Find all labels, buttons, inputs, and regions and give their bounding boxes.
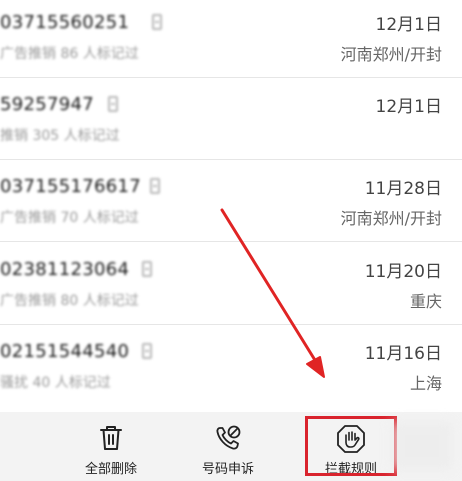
row-divider [0, 77, 462, 78]
call-date: 11月20日 [364, 262, 442, 282]
call-row-2[interactable]: 59257947 推销 305 人标记过 12月1日 [0, 80, 462, 160]
mark-note: 骚扰 40 人标记过 [0, 375, 111, 391]
row-divider [0, 241, 462, 242]
mark-note: 广告推销 86 人标记过 [0, 46, 139, 62]
row-divider [0, 159, 462, 160]
phone-number: 02381123064 [0, 259, 130, 280]
highlight-box [305, 416, 397, 476]
row-divider [0, 324, 462, 325]
trash-icon [100, 426, 122, 450]
sim-icon [106, 96, 120, 112]
phone-appeal-icon [216, 425, 241, 450]
number-appeal-label: 号码申诉 [201, 462, 254, 477]
number-appeal-button[interactable]: 号码申诉 [192, 412, 264, 481]
call-location: 上海 [409, 374, 442, 393]
delete-all-label: 全部删除 [84, 462, 137, 477]
call-date: 11月16日 [364, 344, 442, 364]
phone-number: 02151544540 [0, 341, 130, 362]
sim-icon [148, 178, 162, 194]
call-row-5[interactable]: 02151544540 骚扰 40 人标记过 11月16日 上海 [0, 327, 462, 407]
call-location: 河南郑州/开封 [340, 45, 442, 64]
phone-number: 03715560251 [0, 12, 130, 33]
phone-number: 037155176617 [0, 176, 142, 197]
mark-note: 推销 305 人标记过 [0, 128, 120, 144]
call-date: 11月28日 [364, 179, 442, 199]
call-date: 12月1日 [375, 15, 442, 35]
call-row-1[interactable]: 03715560251 广告推销 86 人标记过 12月1日 河南郑州/开封 [0, 0, 462, 78]
phone-number: 59257947 [0, 94, 95, 115]
call-location: 河南郑州/开封 [340, 209, 442, 228]
delete-all-button[interactable]: 全部删除 [75, 412, 147, 481]
mark-note: 广告推销 70 人标记过 [0, 210, 139, 226]
call-date: 12月1日 [375, 97, 442, 117]
call-location: 重庆 [409, 292, 442, 311]
call-row-3[interactable]: 037155176617 广告推销 70 人标记过 11月28日 河南郑州/开封 [0, 162, 462, 242]
sim-icon [140, 343, 154, 359]
blocked-call-list: 03715560251 广告推销 86 人标记过 12月1日 河南郑州/开封 5… [0, 0, 462, 412]
blurred-region [392, 422, 452, 470]
sim-icon [140, 261, 154, 277]
mark-note: 广告推销 80 人标记过 [0, 293, 139, 309]
call-row-4[interactable]: 02381123064 广告推销 80 人标记过 11月20日 重庆 [0, 245, 462, 325]
sim-icon [150, 14, 164, 30]
